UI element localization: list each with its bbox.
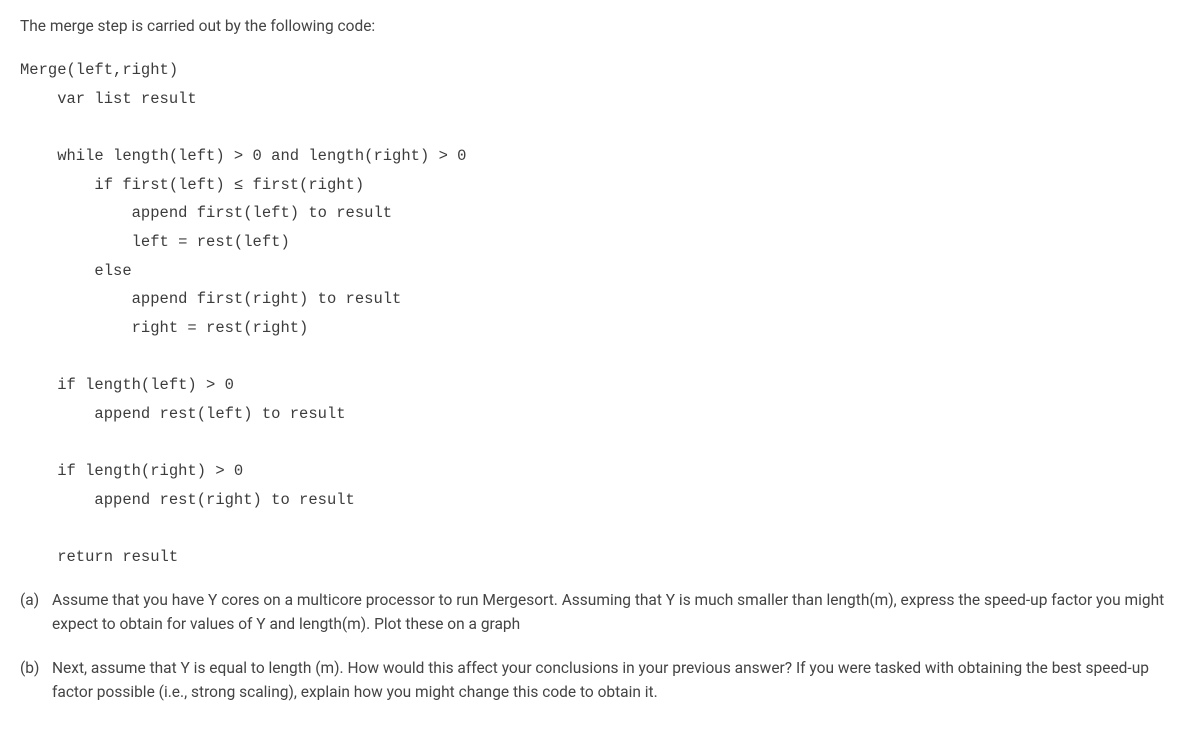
- question-b: (b) Next, assume that Y is equal to leng…: [20, 656, 1174, 704]
- question-list: (a) Assume that you have Y cores on a mu…: [20, 588, 1174, 704]
- question-text-a: Assume that you have Y cores on a multic…: [52, 588, 1174, 636]
- question-label-a: (a): [20, 588, 46, 612]
- merge-pseudocode: Merge(left,right) var list result while …: [20, 56, 1174, 572]
- question-a: (a) Assume that you have Y cores on a mu…: [20, 588, 1174, 636]
- intro-paragraph: The merge step is carried out by the fol…: [20, 14, 1174, 38]
- question-label-b: (b): [20, 656, 46, 680]
- question-text-b: Next, assume that Y is equal to length (…: [52, 656, 1174, 704]
